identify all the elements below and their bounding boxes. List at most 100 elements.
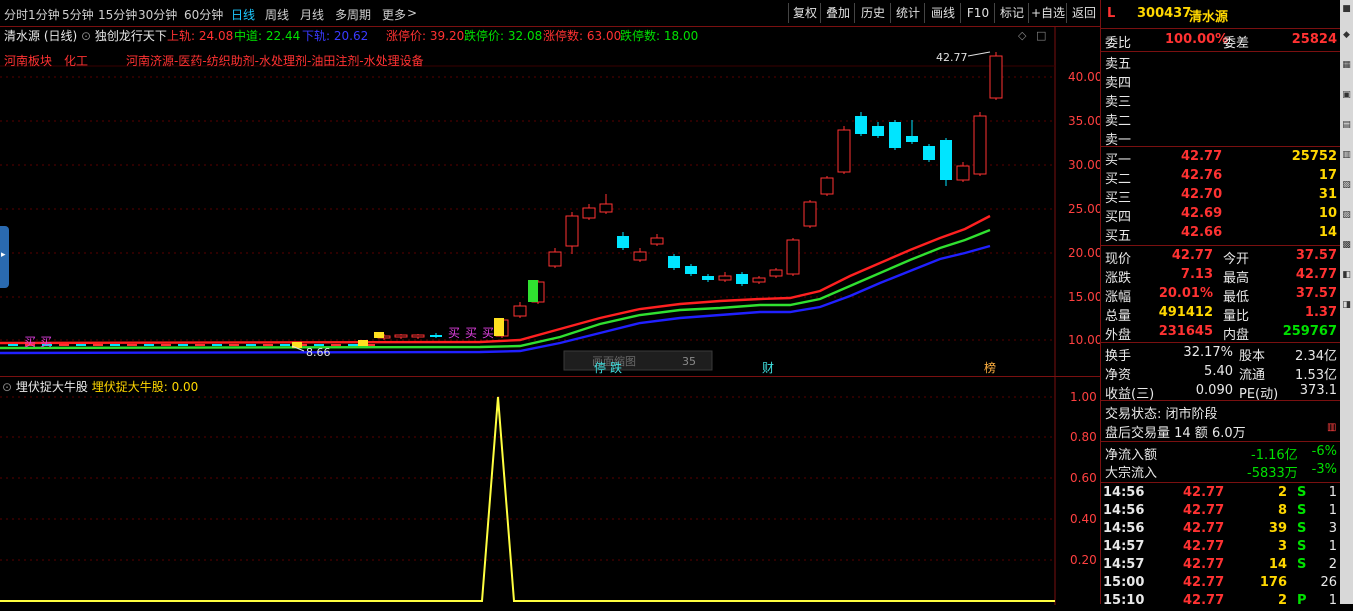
f10-button[interactable]: F10 [960,3,995,23]
sub-indicator-name[interactable]: 埋伏捉大牛股 [16,380,88,394]
candlestick [837,126,851,174]
side-tool-icon[interactable]: ▩ [1341,240,1352,256]
buy-signal-label: 买 [448,326,460,340]
bid-level-label: 买四 [1105,210,1132,225]
kline-chart[interactable]: 40.00 35.00 30.00 25.00 20.00 15.00 10.0… [0,26,1100,376]
weibi-label: 委比 [1105,36,1132,51]
period-tab-more[interactable]: 更多 [382,6,406,23]
quote-label: 最高 [1223,271,1250,286]
period-tab-weekly[interactable]: 周线 [265,6,289,23]
mark-button[interactable]: 标记 [994,3,1029,23]
candlestick [93,344,103,346]
tick-row: 15:10 42.77 2 P 1 [1101,593,1341,611]
box-icon[interactable]: □ [1036,29,1046,42]
tick-row: 14:56 42.77 2 S 1 [1101,485,1341,503]
tick-time: 15:00 [1103,575,1145,590]
side-tool-icon[interactable]: ▧ [1341,180,1352,196]
fuquan-button[interactable]: 复权 [788,3,821,23]
period-tab-30min[interactable]: 30分钟 [138,6,177,23]
bid-level-volume: 14 [1318,225,1337,240]
candlestick [650,234,664,246]
tick-price: 42.77 [1183,593,1225,608]
period-tab-fenshi[interactable]: 分时 [4,6,28,23]
period-tab-60min[interactable]: 60分钟 [184,6,223,23]
region-sector[interactable]: 河南板块 [4,52,52,69]
bid-level-volume: 31 [1318,187,1337,202]
indicator-name[interactable]: 独创龙行天下 [95,29,167,43]
overlay-button[interactable]: 叠加 [820,3,855,23]
side-tool-icon[interactable]: ◨ [1341,300,1352,316]
candlestick [8,344,18,346]
buy-signal-label: 买 [482,326,494,340]
tick-price: 42.77 [1183,557,1225,572]
candlestick [989,52,1003,100]
candlestick [633,248,647,262]
indicator-panel[interactable]: 1.00 0.80 0.60 0.40 0.20 ⊙ 埋伏捉大牛股 埋伏捉大牛股… [0,376,1100,605]
tick-side: S [1297,557,1307,572]
tick-side: S [1297,539,1307,554]
net-inflow-value: -1.16亿 [1251,448,1298,463]
tick-time: 15:10 [1103,593,1145,608]
period-tab-5min[interactable]: 5分钟 [62,6,94,23]
period-tab-15min[interactable]: 15分钟 [98,6,137,23]
side-tool-icon[interactable]: ◧ [1341,270,1352,286]
quote-value: 37.57 [1295,286,1337,301]
candlestick [786,238,800,276]
back-button[interactable]: 返回 [1066,3,1101,23]
quote-row: 现价 42.77 今开 37.57 [1101,248,1341,267]
tick-volume: 3 [1277,539,1287,554]
stock-prefix: L [1107,6,1116,21]
candlestick [59,344,69,346]
side-tool-icon[interactable]: ▨ [1341,210,1352,226]
bid-level-price: 42.77 [1181,149,1223,164]
side-tool-icon[interactable]: ■ [1341,4,1352,20]
candlestick [889,120,901,150]
candlestick [280,344,290,346]
stat-value: 0.090 [1195,383,1233,398]
candlestick [906,120,918,144]
more-arrow-icon[interactable]: > [407,6,417,20]
price-tick: 40.00 [1068,70,1100,84]
candlestick [411,334,425,339]
ask-level-label: 卖五 [1105,57,1132,72]
period-tab-daily[interactable]: 日线 [231,6,255,23]
bid-row: 买四 42.69 10 [1101,206,1341,225]
indicator-toggle-icon[interactable]: ⊙ [2,380,12,394]
diamond-icon[interactable]: ◇ [1018,29,1027,42]
candlestick [565,212,579,254]
price-tick: 15.00 [1068,290,1100,304]
side-tool-icon[interactable]: ▣ [1341,90,1352,106]
tick-price: 42.77 [1183,575,1225,590]
period-tab-monthly[interactable]: 月线 [300,6,324,23]
tick-row: 14:56 42.77 39 S 3 [1101,521,1341,539]
side-tool-icon[interactable]: ▥ [1341,150,1352,166]
indicator-tick: 0.20 [1070,553,1097,567]
expand-panel-tab[interactable]: ▸ [0,226,9,288]
indicator-toggle-icon[interactable]: ⊙ [81,29,91,43]
side-toolbar: ■ ◆ ▦ ▣ ▤ ▥ ▧ ▨ ▩ ◧ ◨ [1340,0,1353,604]
period-tab-1min[interactable]: 1分钟 [28,6,60,23]
side-tool-icon[interactable]: ▦ [1341,60,1352,76]
chart-icon[interactable]: ▥ [1327,422,1336,433]
side-tool-icon[interactable]: ▤ [1341,120,1352,136]
draw-line-button[interactable]: 画线 [924,3,961,23]
side-tool-icon[interactable]: ◆ [1341,30,1352,46]
tick-volume: 8 [1277,503,1287,518]
buy-signal-label: 买 [465,326,477,340]
industry-sector[interactable]: 化工 [64,52,88,69]
add-watchlist-button[interactable]: +自选 [1028,3,1067,23]
candlestick [144,344,154,346]
trade-status: 交易状态: 闭市阶段 [1105,407,1218,422]
signal-candle [494,318,504,336]
period-tab-multi[interactable]: 多周期 [335,6,371,23]
stat-row: 净资 5.40 流通 1.53亿 [1101,364,1341,383]
concept-sectors[interactable]: 河南济源-医药-纺织助剂-水处理剂-油田注剂-水处理设备 [126,52,424,69]
bid-level-label: 买三 [1105,191,1132,206]
ask-level-label: 卖三 [1105,95,1132,110]
statistics-button[interactable]: 统计 [890,3,925,23]
tick-count: 1 [1328,539,1337,554]
history-button[interactable]: 历史 [854,3,891,23]
kline-panel[interactable]: 40.00 35.00 30.00 25.00 20.00 15.00 10.0… [0,26,1100,376]
net-inflow-label: 净流入额 [1105,448,1158,463]
indicator-chart[interactable]: 1.00 0.80 0.60 0.40 0.20 [0,377,1100,605]
